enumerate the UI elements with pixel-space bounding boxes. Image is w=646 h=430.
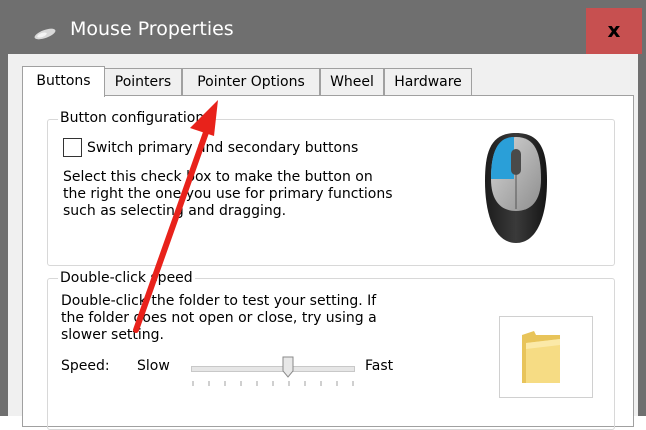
switch-buttons-checkbox[interactable] [63, 138, 82, 157]
title-bar[interactable]: Mouse Properties x [8, 8, 642, 54]
tab-buttons[interactable]: Buttons [22, 66, 105, 97]
double-click-description-line: Double-click the folder to test your set… [61, 293, 377, 309]
tab-label: Pointers [114, 74, 172, 90]
button-config-description-line: such as selecting and dragging. [63, 203, 287, 219]
tab-label: Pointer Options [197, 74, 305, 90]
folder-icon[interactable] [520, 329, 562, 389]
test-folder-area[interactable] [499, 316, 593, 398]
speed-label: Speed: [61, 358, 110, 374]
close-button[interactable]: x [586, 8, 642, 54]
tab-pointers[interactable]: Pointers [104, 68, 182, 95]
double-click-description-line: slower setting. [61, 327, 165, 343]
tab-page-buttons: Button configuration Switch primary and … [22, 95, 634, 430]
mouse-icon [481, 131, 551, 250]
speed-slider-ticks [192, 381, 354, 386]
fast-label: Fast [365, 358, 394, 374]
double-click-description-line: the folder does not open or close, try u… [61, 310, 377, 326]
tab-label: Wheel [330, 74, 374, 90]
mouse-properties-window: Mouse Properties x Buttons Pointers Poin… [0, 0, 646, 430]
button-config-description-line: Select this check box to make the button… [63, 169, 373, 185]
speed-slider-thumb[interactable] [282, 356, 294, 382]
speed-slider-track[interactable] [191, 366, 355, 372]
tab-label: Hardware [394, 74, 462, 90]
tab-label: Buttons [36, 73, 91, 89]
close-icon: x [607, 18, 621, 42]
button-config-description-line: the right the one you use for primary fu… [63, 186, 393, 202]
mouse-icon [32, 25, 58, 44]
tab-hardware[interactable]: Hardware [384, 68, 472, 95]
slow-label: Slow [137, 358, 170, 374]
tab-pointer-options[interactable]: Pointer Options [182, 68, 320, 95]
switch-buttons-label[interactable]: Switch primary and secondary buttons [87, 140, 358, 157]
double-click-legend: Double-click speed [58, 270, 195, 286]
button-configuration-legend: Button configuration [58, 110, 207, 126]
window-title: Mouse Properties [70, 18, 234, 40]
tab-wheel[interactable]: Wheel [320, 68, 384, 95]
